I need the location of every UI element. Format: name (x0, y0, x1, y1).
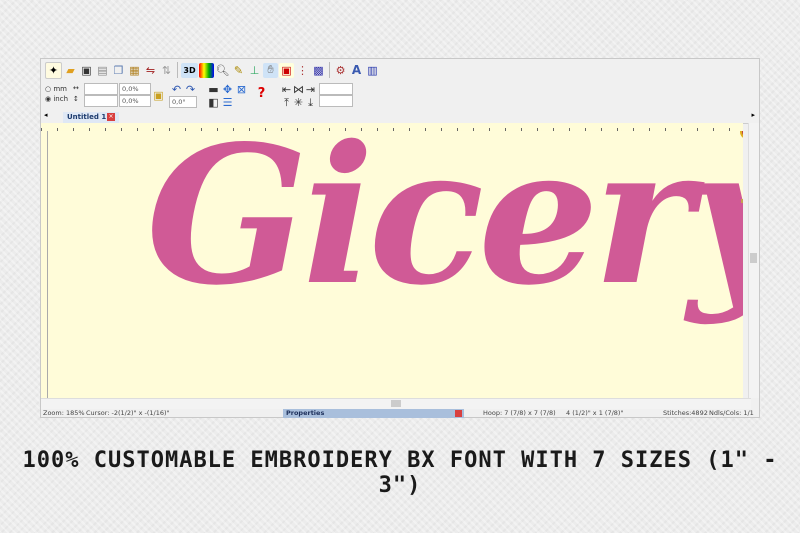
print-icon[interactable]: ▤ (95, 63, 110, 78)
needle-icon[interactable]: ⋮ (295, 63, 310, 78)
save-icon[interactable]: ▣ (79, 63, 94, 78)
stitch-settings-icon[interactable]: ⚙ (333, 63, 348, 78)
list-icon[interactable]: ☰ (220, 95, 235, 110)
lock-icon[interactable]: ▣ (151, 88, 166, 103)
close-properties-icon[interactable] (455, 410, 462, 417)
rotate-right-icon[interactable]: ↷ (183, 82, 198, 97)
close-tab-icon[interactable]: × (107, 113, 115, 121)
transform-toolbar: ○ mm ◉ inch ↔ ↕ 0,0% 0,0% ▣ ↶ ↷ 0,0° ▬ ✥… (41, 81, 759, 109)
bars-icon[interactable]: ▥ (365, 63, 380, 78)
hoop-status: Hoop: 7 (7/8) x 7 (7/8) (483, 409, 556, 417)
hand-icon[interactable]: ✋︎ (263, 62, 278, 78)
design-canvas[interactable]: Gicery (48, 131, 743, 398)
main-toolbar: ✦ ▰ ▣ ▤ ❐ ▦ ⇋ ⇅ 3D 🔍︎ ✎ ⊥ ✋︎ ▣ ⋮ ▩ ⚙ A ▥ (41, 59, 763, 81)
horizontal-scroll-thumb[interactable] (391, 400, 401, 407)
unit-inch-radio[interactable]: ◉ inch (45, 95, 68, 103)
status-bar: Zoom: 185% Cursor: -2(1/2)" x -(1/16)" P… (41, 408, 759, 419)
needles-status: Ndls/Cols: 1/1 (709, 409, 754, 417)
zoom-slider-handle[interactable] (741, 199, 743, 203)
stitches-status: Stitches:4892 (663, 409, 708, 417)
zoom-status: Zoom: 185% (43, 409, 85, 417)
unit-inch-label: inch (53, 95, 69, 103)
tab-scroll-right-icon[interactable]: ▸ (751, 111, 755, 119)
divider (329, 62, 330, 78)
properties-label: Properties (286, 409, 325, 417)
mirror-icon[interactable]: ⇋ (143, 63, 158, 78)
properties-panel-header[interactable]: Properties (283, 409, 464, 418)
hoop-icon[interactable]: ⊥ (247, 63, 262, 78)
divider (177, 62, 178, 78)
palette-icon[interactable]: ▩ (311, 63, 326, 78)
caption-text: 100% CUSTOMABLE EMBROIDERY BX FONT WITH … (22, 448, 778, 498)
vertical-scroll-thumb[interactable] (750, 253, 757, 263)
unit-mm-radio[interactable]: ○ mm (45, 85, 67, 93)
align-bottom-icon[interactable]: ⤓ (303, 95, 318, 110)
3d-view-button[interactable]: 3D (181, 62, 198, 78)
height-input[interactable] (84, 95, 118, 107)
height-percent-input[interactable]: 0,0% (119, 95, 151, 107)
width-percent-input[interactable]: 0,0% (119, 83, 151, 95)
paste-icon[interactable]: ▦ (127, 63, 142, 78)
help-icon[interactable]: ? (254, 86, 269, 101)
unit-mm-label: mm (53, 85, 67, 93)
vertical-scrollbar[interactable] (748, 123, 759, 398)
align-y-input[interactable] (319, 95, 353, 107)
copy-icon[interactable]: ❐ (111, 63, 126, 78)
height-icon: ↕ (73, 95, 79, 103)
open-folder-icon[interactable]: ▰ (63, 63, 78, 78)
text-icon[interactable]: A (349, 63, 364, 78)
vertical-ruler (41, 131, 48, 398)
align-x-input[interactable] (319, 83, 353, 95)
half-fill-icon[interactable]: ◧ (206, 95, 221, 110)
new-file-icon[interactable]: ✦ (45, 61, 62, 79)
embroidery-text[interactable]: Gicery (146, 131, 743, 311)
zoom-icon[interactable]: 🔍︎ (215, 63, 230, 78)
tab-label: Untitled 1 * (67, 113, 113, 121)
cursor-status: Cursor: -2(1/2)" x -(1/16)" (86, 409, 170, 417)
rotate-left-icon[interactable]: ↶ (169, 82, 184, 97)
design-size-status: 4 (1/2)" x 1 (7/8)" (566, 409, 624, 417)
tab-scroll-left-icon[interactable]: ◂ (44, 111, 48, 119)
color-chart-icon[interactable] (199, 62, 214, 78)
flip-icon[interactable]: ⇅ (159, 63, 174, 78)
view-icon[interactable]: ▣ (279, 62, 294, 78)
embroidery-editor-window: ✦ ▰ ▣ ▤ ❐ ▦ ⇋ ⇅ 3D 🔍︎ ✎ ⊥ ✋︎ ▣ ⋮ ▩ ⚙ A ▥… (40, 58, 760, 418)
rotation-input[interactable]: 0,0° (169, 96, 197, 108)
measure-icon[interactable]: ✎ (231, 63, 246, 78)
width-icon: ↔ (73, 84, 79, 92)
expand-icon[interactable]: ⊠ (234, 82, 249, 97)
width-input[interactable] (84, 83, 118, 95)
